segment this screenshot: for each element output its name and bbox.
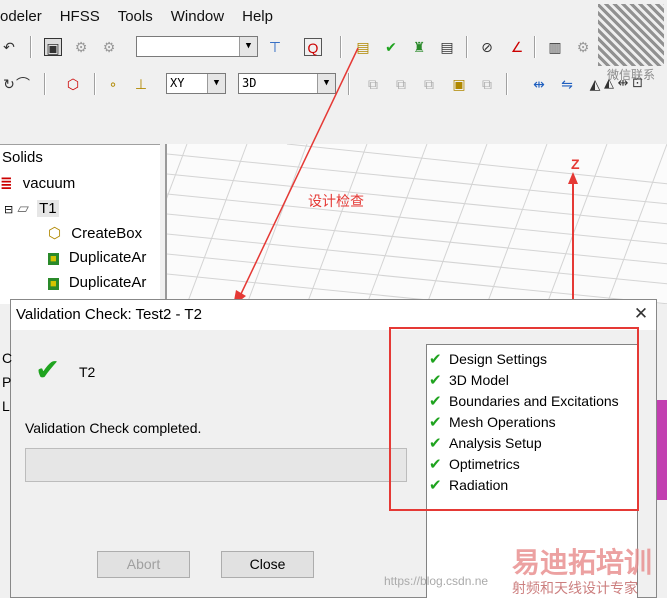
- tree-side-letter: L: [2, 398, 10, 414]
- close-icon[interactable]: ✕: [631, 304, 651, 324]
- watermark-url: https://blog.csdn.ne: [384, 574, 489, 588]
- abort-button[interactable]: Abort: [97, 551, 190, 578]
- status-text: Validation Check completed.: [25, 420, 202, 436]
- side-panel-edge: [657, 400, 667, 500]
- highlight-box: [389, 327, 639, 511]
- dialog-title: Validation Check: Test2 - T2: [11, 300, 656, 330]
- tree-side-letter: P: [2, 374, 12, 390]
- progress-bar: [25, 448, 407, 482]
- tree-side-letter: C: [2, 350, 13, 366]
- watermark-slogan: 射频和天线设计专家: [512, 580, 638, 596]
- watermark-brand: 易迪拓培训: [512, 547, 653, 578]
- check-mark-icon: ✔: [35, 354, 61, 387]
- project-name: T2: [79, 364, 96, 380]
- close-button[interactable]: Close: [221, 551, 314, 578]
